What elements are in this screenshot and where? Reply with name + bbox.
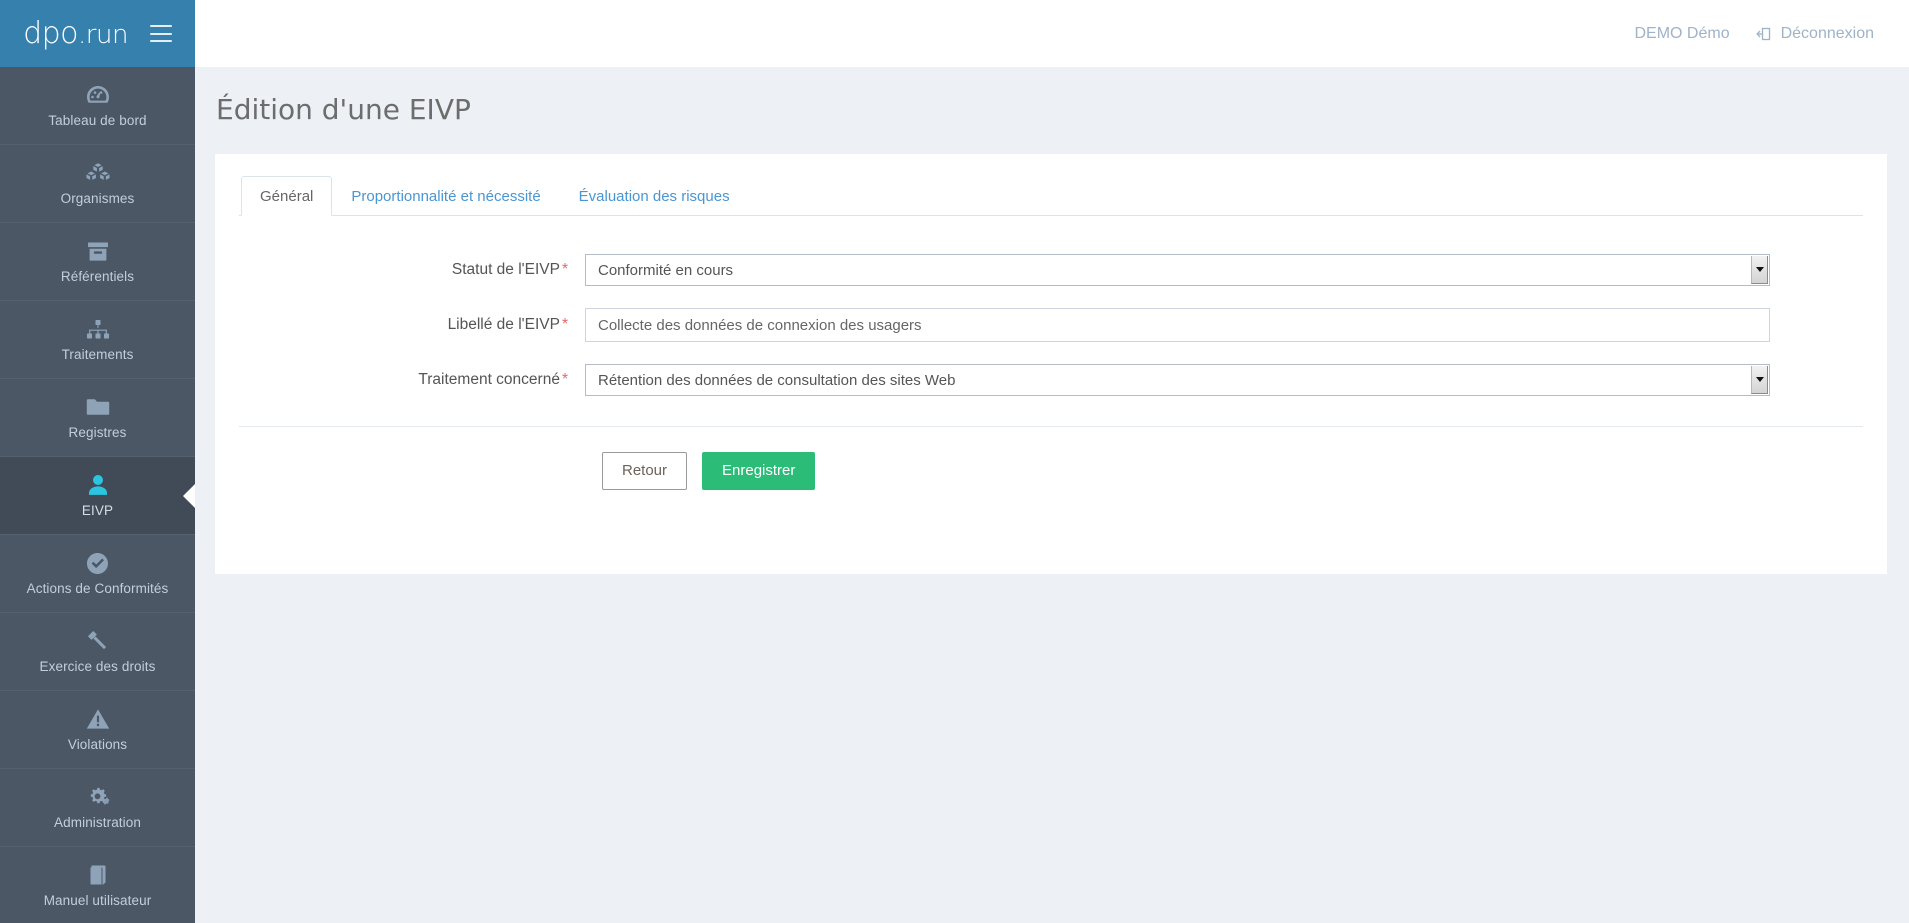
input-libelle-eivp[interactable] bbox=[585, 308, 1770, 342]
tab-bar: Général Proportionnalité et nécessité Év… bbox=[239, 176, 1863, 216]
tab-general[interactable]: Général bbox=[241, 176, 333, 216]
logout-button[interactable]: Déconnexion bbox=[1755, 24, 1874, 43]
label-statut: Statut de l'EIVP * bbox=[239, 261, 585, 279]
sidebar-item-administration[interactable]: Administration bbox=[0, 769, 195, 847]
sidebar-item-organismes[interactable]: Organismes bbox=[0, 145, 195, 223]
caret-glyph bbox=[1755, 377, 1764, 382]
book-icon bbox=[87, 863, 109, 887]
chevron-down-icon[interactable] bbox=[1751, 366, 1768, 394]
label-statut-text: Statut de l'EIVP bbox=[451, 261, 560, 278]
main-content: Édition d'une EIVP Général Proportionnal… bbox=[195, 67, 1909, 923]
sidebar-item-tableau-de-bord[interactable]: Tableau de bord bbox=[0, 67, 195, 145]
required-marker: * bbox=[561, 261, 568, 278]
hamburger-bar bbox=[149, 25, 172, 27]
form-row-statut: Statut de l'EIVP * Conformité en cours bbox=[239, 254, 1863, 286]
hamburger-bar bbox=[149, 40, 172, 42]
chevron-down-icon[interactable] bbox=[1751, 256, 1768, 284]
control-wrap-statut: Conformité en cours bbox=[585, 254, 1770, 286]
required-marker: * bbox=[561, 371, 568, 388]
sidebar-item-label: EIVP bbox=[81, 503, 114, 518]
eivp-form: Statut de l'EIVP * Conformité en cours Li… bbox=[239, 216, 1863, 490]
sidebar-item-label: Manuel utilisateur bbox=[43, 893, 152, 908]
sidebar-item-traitements[interactable]: Traitements bbox=[0, 301, 195, 379]
user-icon bbox=[88, 473, 108, 497]
hamburger-bar bbox=[149, 32, 172, 35]
sidebar-item-label: Organismes bbox=[60, 191, 135, 206]
required-marker: * bbox=[561, 316, 568, 333]
sidebar-item-exercice-des-droits[interactable]: Exercice des droits bbox=[0, 613, 195, 691]
logout-label: Déconnexion bbox=[1780, 24, 1874, 42]
dashboard-icon bbox=[86, 83, 110, 107]
select-statut-value: Conformité en cours bbox=[598, 261, 734, 279]
cubes-icon bbox=[86, 161, 110, 185]
sidebar-item-label: Exercice des droits bbox=[39, 659, 156, 674]
caret-glyph bbox=[1755, 267, 1764, 272]
label-traitement: Traitement concerné * bbox=[239, 371, 585, 389]
top-bar: dpo.run DEMO Démo Déconnexion bbox=[0, 0, 1909, 67]
tab-proportionnalite-et-necessite[interactable]: Proportionnalité et nécessité bbox=[332, 176, 559, 216]
cogs-icon bbox=[86, 785, 110, 809]
sign-out-icon bbox=[1755, 26, 1772, 42]
sidebar-item-violations[interactable]: Violations bbox=[0, 691, 195, 769]
control-wrap-traitement: Rétention des données de consultation de… bbox=[585, 364, 1770, 396]
archive-icon bbox=[87, 239, 109, 263]
sidebar-item-label: Actions de Conformités bbox=[26, 581, 169, 596]
sitemap-icon bbox=[86, 317, 110, 341]
sidebar-item-label: Violations bbox=[67, 737, 128, 752]
top-bar-right: DEMO Démo Déconnexion bbox=[1634, 25, 1909, 43]
sidebar-item-referentiels[interactable]: Référentiels bbox=[0, 223, 195, 301]
sidebar-item-manuel-utilisateur[interactable]: Manuel utilisateur bbox=[0, 847, 195, 923]
form-row-libelle: Libellé de l'EIVP * bbox=[239, 308, 1863, 342]
sidebar-item-registres[interactable]: Registres bbox=[0, 379, 195, 457]
brand-area: dpo.run bbox=[0, 0, 195, 67]
select-traitement-concerne[interactable]: Rétention des données de consultation de… bbox=[585, 364, 1770, 396]
select-statut-eivp[interactable]: Conformité en cours bbox=[585, 254, 1770, 286]
app-logo[interactable]: dpo.run bbox=[23, 15, 128, 51]
sidebar-item-actions-de-conformites[interactable]: Actions de Conformités bbox=[0, 535, 195, 613]
sidebar-item-label: Référentiels bbox=[60, 269, 135, 284]
gavel-icon bbox=[86, 629, 110, 653]
content-card: Général Proportionnalité et nécessité Év… bbox=[215, 154, 1887, 574]
tab-evaluation-des-risques[interactable]: Évaluation des risques bbox=[560, 176, 749, 216]
label-traitement-text: Traitement concerné bbox=[418, 371, 560, 388]
label-libelle: Libellé de l'EIVP * bbox=[239, 316, 585, 334]
sidebar-item-label: Tableau de bord bbox=[48, 113, 147, 128]
label-libelle-text: Libellé de l'EIVP bbox=[447, 316, 560, 333]
form-actions: Retour Enregistrer bbox=[239, 427, 1863, 490]
warning-triangle-icon bbox=[86, 707, 110, 731]
sidebar-item-label: Registres bbox=[68, 425, 127, 440]
current-user-name: DEMO Démo bbox=[1634, 24, 1730, 42]
form-row-traitement: Traitement concerné * Rétention des donné… bbox=[239, 364, 1863, 396]
sidebar: Tableau de bord Organismes Référentiels bbox=[0, 67, 195, 923]
logo-suffix-text: .run bbox=[78, 19, 128, 50]
hamburger-icon[interactable] bbox=[149, 25, 172, 42]
control-wrap-libelle bbox=[585, 308, 1770, 342]
logo-main-text: dpo bbox=[23, 15, 79, 51]
sidebar-item-label: Administration bbox=[54, 815, 141, 830]
back-button[interactable]: Retour bbox=[602, 452, 688, 490]
check-circle-icon bbox=[86, 551, 109, 575]
sidebar-item-eivp[interactable]: EIVP bbox=[0, 457, 195, 535]
sidebar-item-label: Traitements bbox=[61, 347, 134, 362]
select-traitement-value: Rétention des données de consultation de… bbox=[598, 371, 956, 389]
save-button[interactable]: Enregistrer bbox=[702, 452, 816, 490]
folder-icon bbox=[86, 395, 110, 419]
page-title: Édition d'une EIVP bbox=[216, 93, 471, 126]
